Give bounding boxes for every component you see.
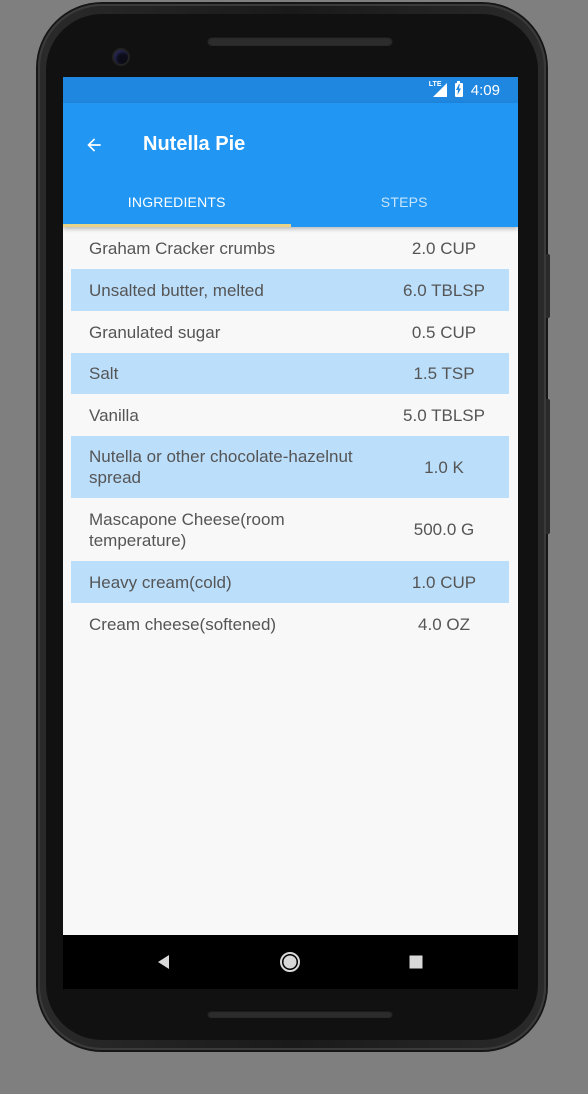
ingredient-name: Mascapone Cheese(room temperature) bbox=[89, 509, 285, 550]
back-button[interactable] bbox=[77, 128, 111, 162]
tab-ingredients[interactable]: INGREDIENTS bbox=[63, 177, 291, 227]
nav-recents-icon bbox=[409, 955, 423, 969]
ingredient-quantity: 6.0 TBLSP bbox=[403, 280, 485, 300]
front-camera-icon bbox=[114, 50, 128, 64]
ingredient-name: Graham Cracker crumbs bbox=[89, 238, 276, 258]
ingredient-name: Unsalted butter, melted bbox=[89, 280, 264, 300]
list-item[interactable]: Cream cheese(softened) 4.0 OZ bbox=[71, 603, 509, 645]
list-item[interactable]: Salt 1.5 TSP bbox=[71, 353, 509, 394]
page-title: Nutella Pie bbox=[143, 133, 246, 155]
ingredient-quantity: 2.0 CUP bbox=[411, 238, 477, 258]
screen: LTE 4:09 Nutella Pie INGREDIENTS STEPS G… bbox=[63, 77, 518, 989]
list-item[interactable]: Graham Cracker crumbs 2.0 CUP bbox=[71, 227, 509, 269]
nav-home-button[interactable] bbox=[277, 949, 303, 975]
ingredient-quantity: 1.5 TSP bbox=[413, 364, 475, 383]
nav-home-icon bbox=[280, 952, 300, 972]
ingredient-quantity: 500.0 G bbox=[413, 520, 475, 539]
clock: 4:09 bbox=[470, 81, 500, 99]
ingredient-quantity: 1.0 K bbox=[424, 457, 464, 477]
ingredient-quantity: 5.0 TBLSP bbox=[403, 405, 485, 425]
earpiece-speaker bbox=[207, 36, 393, 46]
status-bar: LTE 4:09 bbox=[63, 77, 518, 103]
list-item[interactable]: Unsalted butter, melted 6.0 TBLSP bbox=[71, 269, 509, 311]
list-item[interactable]: Vanilla 5.0 TBLSP bbox=[71, 394, 509, 436]
list-item[interactable]: Heavy cream(cold) 1.0 CUP bbox=[71, 561, 509, 603]
ingredient-name: Nutella or other chocolate-hazelnut spre… bbox=[89, 447, 353, 487]
system-nav-bar bbox=[63, 935, 518, 989]
battery-charging-icon bbox=[454, 80, 463, 97]
tab-label: INGREDIENTS bbox=[127, 194, 226, 210]
ingredient-list: Graham Cracker crumbs 2.0 CUP Unsalted b… bbox=[71, 227, 509, 645]
ingredient-quantity: 4.0 OZ bbox=[418, 614, 470, 634]
app-bar: Nutella Pie INGREDIENTS STEPS bbox=[63, 103, 518, 227]
list-item[interactable]: Nutella or other chocolate-hazelnut spre… bbox=[71, 436, 509, 498]
ingredient-name: Vanilla bbox=[89, 405, 139, 425]
ingredient-name: Granulated sugar bbox=[89, 322, 221, 342]
nav-recents-button[interactable] bbox=[403, 949, 429, 975]
list-item[interactable]: Granulated sugar 0.5 CUP bbox=[71, 311, 509, 353]
bottom-speaker bbox=[207, 1010, 393, 1018]
tab-label: STEPS bbox=[380, 194, 428, 210]
nav-back-icon bbox=[158, 955, 169, 969]
arrow-back-icon bbox=[87, 138, 101, 152]
tab-steps[interactable]: STEPS bbox=[291, 177, 519, 227]
ingredient-name: Cream cheese(softened) bbox=[89, 614, 277, 634]
power-button bbox=[546, 254, 550, 318]
ingredient-name: Salt bbox=[89, 364, 119, 383]
ingredient-quantity: 1.0 CUP bbox=[411, 572, 477, 592]
ingredient-quantity: 0.5 CUP bbox=[411, 322, 477, 342]
list-item[interactable]: Mascapone Cheese(room temperature) 500.0… bbox=[71, 498, 509, 561]
tab-bar: INGREDIENTS STEPS bbox=[63, 177, 518, 227]
status-icons: LTE 4:09 bbox=[428, 80, 500, 99]
network-type-label: LTE bbox=[428, 81, 442, 88]
ingredient-name: Heavy cream(cold) bbox=[89, 572, 232, 592]
nav-back-button[interactable] bbox=[151, 949, 177, 975]
signal-icon: LTE bbox=[428, 81, 447, 97]
volume-button bbox=[546, 399, 550, 534]
